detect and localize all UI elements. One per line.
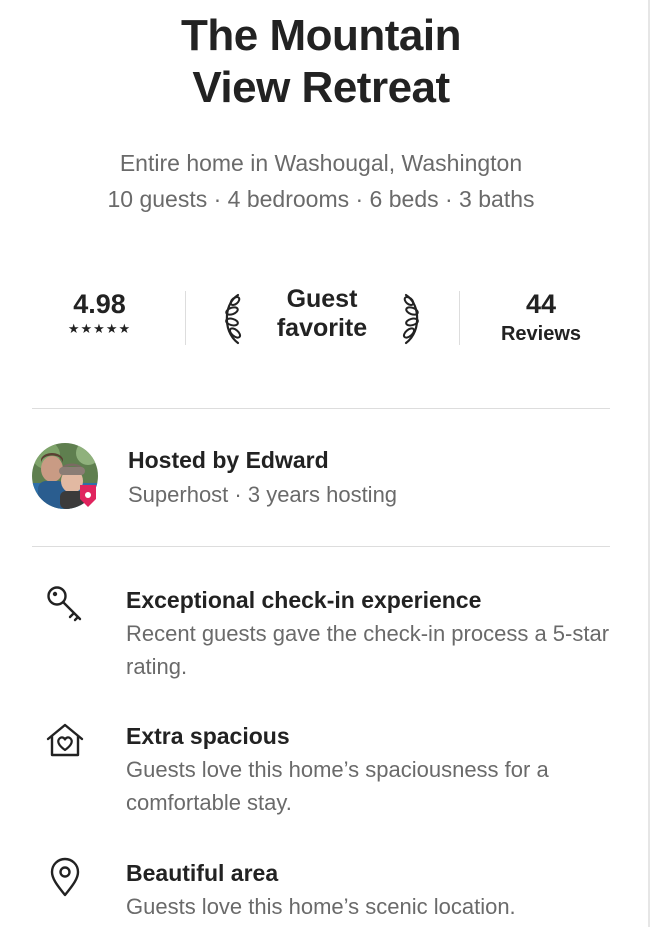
guest-favorite-label: Guest favorite [252, 285, 392, 343]
host-summary[interactable]: Hosted by Edward Superhost · 3 years hos… [32, 443, 610, 513]
stats-divider [185, 291, 186, 345]
listing-title-line-2: View Retreat [192, 63, 450, 112]
stats-divider [459, 291, 460, 345]
listing-details: 10 guests · 4 bedrooms · 6 beds · 3 bath… [107, 186, 535, 212]
listing-title: The Mountain View Retreat [0, 10, 642, 114]
laurel-right-icon [402, 293, 419, 345]
highlight-description: Guests love this home’s spaciousness for… [126, 757, 549, 815]
listing-location: Entire home in Washougal, Washington [119, 150, 523, 176]
highlight-title: Extra spacious [126, 723, 290, 749]
reviews-summary[interactable]: 44 Reviews [477, 287, 605, 347]
section-divider [32, 546, 610, 547]
stats-bar: 4.98 ★★★★★ Guest favorite 44 Reviews [32, 283, 610, 353]
rating-value: 4.98 [73, 289, 126, 319]
highlight-text: Exceptional check-in experience Recent g… [126, 583, 636, 683]
listing-page: The Mountain View Retreat Entire home in… [0, 0, 650, 927]
guest-favorite-line-2: favorite [276, 314, 368, 342]
reviews-label: Reviews [500, 323, 582, 345]
highlight-text: Beautiful area Guests love this home’s s… [126, 856, 636, 923]
key-icon [47, 586, 82, 622]
listing-title-line-1: The Mountain [181, 11, 461, 60]
section-divider [32, 408, 610, 409]
guest-favorite-badge[interactable]: Guest favorite [222, 283, 422, 349]
listing-summary: Entire home in Washougal, Washington 10 … [0, 145, 642, 217]
host-name: Hosted by Edward [128, 447, 329, 473]
superhost-badge-icon [80, 485, 96, 507]
host-info: Hosted by Edward Superhost · 3 years hos… [128, 443, 397, 513]
highlight-description: Recent guests gave the check-in process … [126, 621, 610, 679]
highlight-title: Beautiful area [126, 860, 279, 886]
guest-favorite-line-1: Guest [286, 285, 358, 313]
rating-summary: 4.98 ★★★★★ [32, 287, 167, 337]
host-meta: Superhost · 3 years hosting [128, 482, 398, 507]
location-pin-icon [50, 857, 80, 897]
home-heart-icon [46, 723, 84, 757]
rating-stars: ★★★★★ [67, 321, 132, 336]
highlight-title: Exceptional check-in experience [126, 587, 482, 613]
highlight-text: Extra spacious Guests love this home’s s… [126, 719, 636, 819]
laurel-left-icon [225, 293, 242, 345]
highlight-description: Guests love this home’s scenic location. [126, 894, 516, 919]
reviews-count: 44 [525, 289, 557, 319]
